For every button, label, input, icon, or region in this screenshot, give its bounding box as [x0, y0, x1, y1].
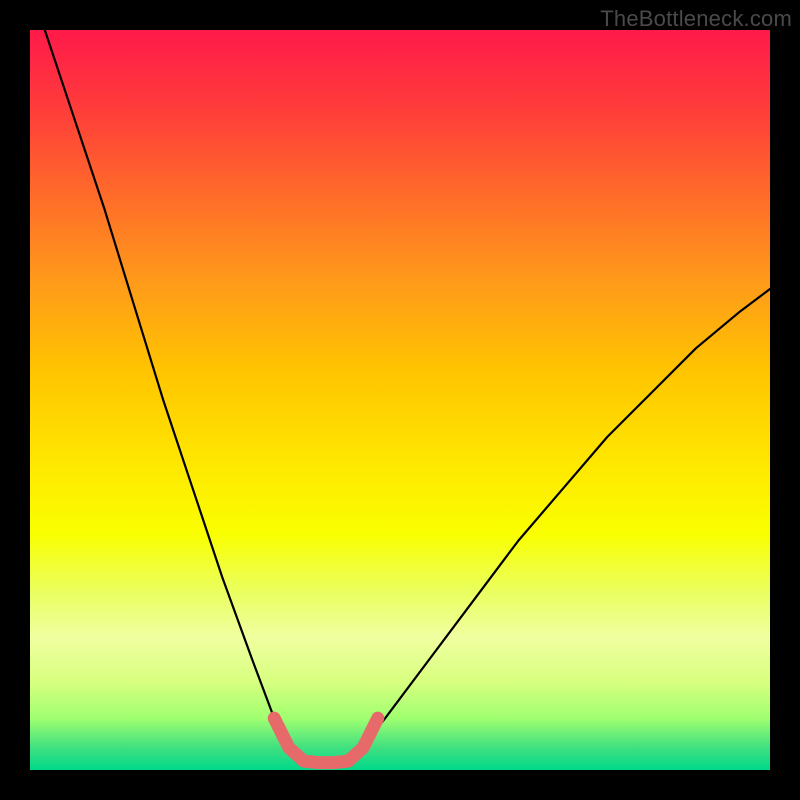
chart-frame: TheBottleneck.com	[0, 0, 800, 800]
optimal-zone-line	[274, 718, 378, 762]
chart-svg	[30, 30, 770, 770]
series-layer	[45, 30, 770, 763]
bottleneck-left-line	[45, 30, 297, 755]
bottleneck-right-line	[356, 289, 770, 755]
watermark-text: TheBottleneck.com	[600, 6, 792, 32]
plot-area	[30, 30, 770, 770]
